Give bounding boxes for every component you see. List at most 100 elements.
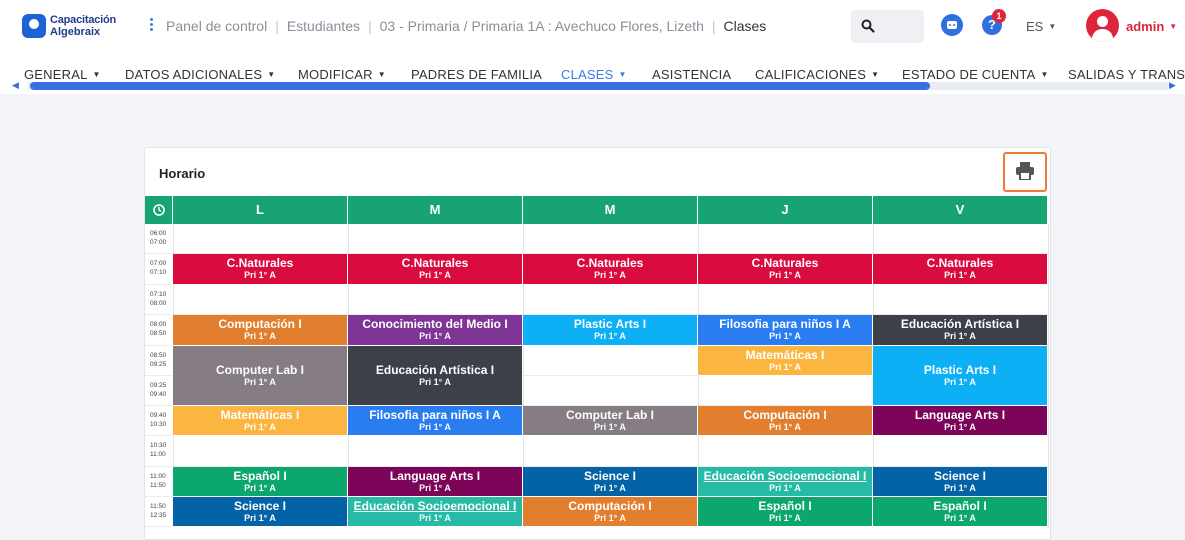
class-block[interactable]: C.Naturales Pri 1° A bbox=[523, 254, 698, 285]
class-name: Filosofia para niños I A bbox=[719, 317, 851, 331]
class-name: Computer Lab I bbox=[215, 362, 304, 377]
scroll-left-icon[interactable]: ◀ bbox=[12, 80, 19, 91]
class-block[interactable]: Educación Artística I Pri 1° A bbox=[348, 346, 523, 406]
class-name: Science I bbox=[233, 498, 287, 513]
day-header: L bbox=[173, 196, 348, 224]
class-group: Pri 1° A bbox=[419, 512, 451, 523]
class-name: Language Arts I bbox=[914, 407, 1006, 422]
chevron-down-icon: ▼ bbox=[377, 70, 386, 79]
class-block[interactable]: Computación I Pri 1° A bbox=[698, 406, 873, 436]
class-name: Plastic Arts I bbox=[573, 317, 647, 331]
class-group: Pri 1° A bbox=[244, 512, 276, 523]
class-block[interactable]: Computer Lab I Pri 1° A bbox=[173, 346, 348, 406]
time-end: 07:10 bbox=[150, 269, 167, 276]
class-group: Pri 1° A bbox=[769, 421, 801, 432]
time-end: 11:00 bbox=[150, 451, 166, 458]
class-name: Matemáticas I bbox=[220, 407, 300, 422]
class-block[interactable]: Language Arts I Pri 1° A bbox=[873, 406, 1048, 436]
more-vertical-icon[interactable] bbox=[150, 18, 154, 34]
scroll-right-icon[interactable]: ▶ bbox=[1169, 80, 1176, 91]
day-header: M bbox=[523, 196, 698, 224]
class-block[interactable]: Español I Pri 1° A bbox=[873, 497, 1048, 527]
day-header: J bbox=[698, 196, 873, 224]
time-end: 10:30 bbox=[150, 421, 167, 428]
time-start: 08:50 bbox=[150, 352, 167, 359]
class-group: Pri 1° A bbox=[419, 270, 451, 280]
time-slot: 11:00 11:50 bbox=[145, 467, 173, 497]
class-block[interactable]: Language Arts I Pri 1° A bbox=[348, 467, 523, 497]
class-block[interactable]: Español I Pri 1° A bbox=[173, 467, 348, 497]
class-name: C.Naturales bbox=[401, 256, 469, 270]
time-slot: 09:40 10:30 bbox=[145, 406, 173, 436]
time-slot: 09:25 09:40 bbox=[145, 376, 173, 406]
brand-logo[interactable]: Capacitación Algebraix bbox=[22, 12, 122, 42]
class-block[interactable]: C.Naturales Pri 1° A bbox=[173, 254, 348, 285]
class-block[interactable]: Educación Socioemocional I Pri 1° A bbox=[348, 497, 523, 527]
class-block[interactable]: Conocimiento del Medio I Pri 1° A bbox=[348, 315, 523, 346]
class-block[interactable]: Science I Pri 1° A bbox=[523, 467, 698, 497]
class-block[interactable]: C.Naturales Pri 1° A bbox=[698, 254, 873, 285]
class-group: Pri 1° A bbox=[944, 482, 976, 493]
time-end: 08:50 bbox=[150, 330, 167, 337]
class-group: Pri 1° A bbox=[944, 512, 976, 523]
class-name: Computación I bbox=[743, 407, 827, 422]
search-icon bbox=[861, 19, 875, 33]
class-block[interactable]: Educación Artística I Pri 1° A bbox=[873, 315, 1048, 346]
notification-badge: 1 bbox=[992, 9, 1006, 23]
time-slot: 11:50 12:35 bbox=[145, 497, 173, 527]
class-block[interactable]: Science I Pri 1° A bbox=[173, 497, 348, 527]
breadcrumb-item[interactable]: 03 - Primaria / Primaria 1A : Avechuco F… bbox=[380, 18, 704, 34]
class-group: Pri 1° A bbox=[594, 421, 626, 432]
breadcrumb-item[interactable]: Estudiantes bbox=[287, 18, 360, 34]
class-block[interactable]: Computación I Pri 1° A bbox=[523, 497, 698, 527]
time-start: 09:40 bbox=[150, 412, 167, 419]
class-group: Pri 1° A bbox=[594, 331, 626, 341]
tab-scrollbar[interactable]: ◀ ▶ bbox=[12, 80, 1182, 92]
avatar[interactable] bbox=[1086, 9, 1119, 42]
search-input[interactable] bbox=[851, 10, 924, 43]
class-block[interactable]: Science I Pri 1° A bbox=[873, 467, 1048, 497]
time-slot: 07:10 08:00 bbox=[145, 285, 173, 315]
class-block[interactable]: C.Naturales Pri 1° A bbox=[873, 254, 1048, 285]
chevron-down-icon: ▼ bbox=[1040, 70, 1049, 79]
time-end: 09:40 bbox=[150, 391, 167, 398]
language-select[interactable]: ES ▼ bbox=[1026, 19, 1056, 34]
class-name: Science I bbox=[583, 468, 637, 483]
breadcrumb-item[interactable]: Panel de control bbox=[166, 18, 267, 34]
class-block[interactable]: Matemáticas I Pri 1° A bbox=[698, 346, 873, 376]
class-name: Español I bbox=[933, 498, 987, 513]
class-name: Computación I bbox=[568, 498, 652, 513]
print-button[interactable] bbox=[1003, 152, 1047, 192]
class-name: C.Naturales bbox=[751, 256, 819, 270]
user-menu[interactable]: admin ▼ bbox=[1126, 19, 1177, 34]
class-block[interactable]: Plastic Arts I Pri 1° A bbox=[873, 346, 1048, 406]
time-start: 06:00 bbox=[150, 230, 167, 237]
class-group: Pri 1° A bbox=[244, 270, 276, 280]
class-group: Pri 1° A bbox=[769, 361, 801, 372]
class-name: Educación Artística I bbox=[900, 317, 1020, 331]
time-start: 10:30 bbox=[150, 442, 167, 449]
class-group: Pri 1° A bbox=[244, 421, 276, 432]
class-block[interactable]: Filosofia para niños I A Pri 1° A bbox=[698, 315, 873, 346]
time-slot: 08:50 09:25 bbox=[145, 346, 173, 376]
logo-icon bbox=[22, 14, 46, 38]
time-end: 07:00 bbox=[150, 239, 167, 246]
scroll-thumb[interactable] bbox=[30, 82, 930, 90]
class-block[interactable]: C.Naturales Pri 1° A bbox=[348, 254, 523, 285]
time-end: 11:50 bbox=[150, 482, 166, 489]
time-slot: 06:00 07:00 bbox=[145, 224, 173, 254]
time-start: 09:25 bbox=[150, 382, 167, 389]
class-block[interactable]: Educación Socioemocional I Pri 1° A bbox=[698, 467, 873, 497]
class-group: Pri 1° A bbox=[769, 270, 801, 280]
class-block[interactable]: Español I Pri 1° A bbox=[698, 497, 873, 527]
class-block[interactable]: Filosofia para niños I A Pri 1° A bbox=[348, 406, 523, 436]
class-block[interactable]: Computación I Pri 1° A bbox=[173, 315, 348, 346]
chatbot-button[interactable] bbox=[941, 14, 963, 36]
time-end: 08:00 bbox=[150, 300, 167, 307]
class-block[interactable]: Matemáticas I Pri 1° A bbox=[173, 406, 348, 436]
class-block[interactable]: Computer Lab I Pri 1° A bbox=[523, 406, 698, 436]
class-name: Science I bbox=[933, 468, 987, 483]
time-slot: 08:00 08:50 bbox=[145, 315, 173, 346]
class-name: Matemáticas I bbox=[745, 347, 825, 362]
class-block[interactable]: Plastic Arts I Pri 1° A bbox=[523, 315, 698, 346]
